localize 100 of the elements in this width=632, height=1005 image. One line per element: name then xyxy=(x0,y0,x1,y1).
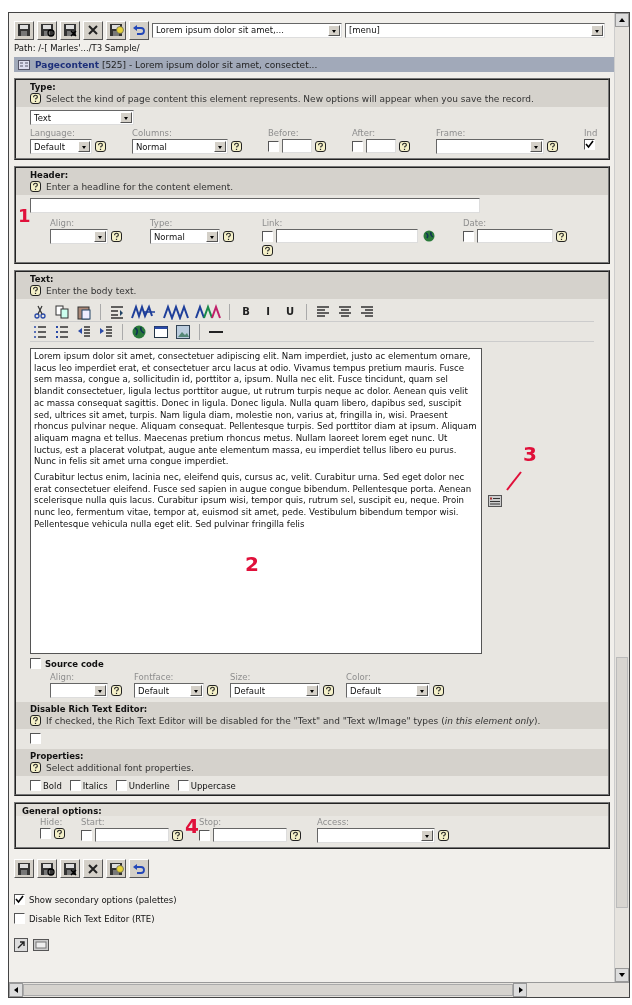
field-title: General options: xyxy=(22,806,103,816)
field-label: Color: xyxy=(346,672,372,683)
save-and-new-button[interactable] xyxy=(106,20,126,40)
checkbox[interactable] xyxy=(30,658,41,669)
checkbox[interactable] xyxy=(30,780,41,791)
format-button[interactable]: I xyxy=(258,302,278,321)
checkbox-label: Underline xyxy=(128,781,170,791)
help-text: Enter the body text. xyxy=(46,285,137,297)
checkbox[interactable] xyxy=(14,894,25,905)
window-icon xyxy=(153,323,169,340)
insert-image-button[interactable] xyxy=(173,322,193,341)
dropdown[interactable] xyxy=(50,683,108,698)
dropdown[interactable]: Lorem ipsum dolor sit amet,... xyxy=(152,22,342,38)
close-button[interactable] xyxy=(83,20,103,40)
checkbox-label: Source code xyxy=(45,658,104,669)
checkbox-label: Italics xyxy=(82,781,108,791)
font-color-button[interactable] xyxy=(193,302,223,321)
dropdown[interactable] xyxy=(436,139,544,154)
input-field[interactable] xyxy=(213,828,287,842)
save-and-close-button[interactable] xyxy=(60,20,80,40)
dropdown[interactable]: Default xyxy=(30,139,92,154)
format-button[interactable]: U xyxy=(280,302,300,321)
text-editor-area[interactable] xyxy=(30,348,482,654)
field-label: Align: xyxy=(50,218,76,229)
checkbox[interactable] xyxy=(463,230,474,242)
input-field[interactable] xyxy=(477,229,553,243)
indent-icon xyxy=(98,323,114,340)
input-field[interactable] xyxy=(366,139,396,153)
dropdown[interactable]: Default xyxy=(230,683,320,698)
checkbox[interactable] xyxy=(40,828,51,839)
image-icon xyxy=(175,323,191,340)
checkbox[interactable] xyxy=(30,733,41,744)
checkbox[interactable] xyxy=(262,230,273,242)
checkbox[interactable] xyxy=(268,140,279,152)
checkbox-label: Bold xyxy=(43,781,62,791)
help-icon xyxy=(30,285,41,296)
close-button[interactable] xyxy=(83,859,103,878)
font-style-button[interactable] xyxy=(161,302,191,321)
paragraph-icon xyxy=(109,303,125,320)
input-field[interactable] xyxy=(282,139,312,153)
checkbox[interactable] xyxy=(584,139,595,150)
dropdown[interactable] xyxy=(50,229,108,244)
scissors-icon xyxy=(32,303,48,320)
undo-button[interactable] xyxy=(129,20,149,40)
bullet-list-icon xyxy=(54,323,70,340)
save-and-view-button[interactable] xyxy=(37,20,57,40)
field-title: Header: xyxy=(30,170,70,180)
help-icon xyxy=(30,181,41,192)
vertical-scrollbar[interactable] xyxy=(614,13,629,982)
field-label: Language: xyxy=(30,128,76,139)
annotation-number: 3 xyxy=(523,443,537,465)
dropdown[interactable]: Text xyxy=(30,110,134,125)
clipboard-icon xyxy=(76,303,92,320)
field-label: Before: xyxy=(268,128,300,139)
input-field[interactable] xyxy=(276,229,418,243)
align-center-icon xyxy=(337,303,353,320)
save-and-new-button[interactable] xyxy=(106,859,126,878)
paragraph: Lorem ipsum dolor sit amet, consectetuer adipiscing elit. Nam imperdiet, justo ac elementum ornare, lacus leo imperdiet erat, et consectetuer arcu lacus at odio. Vivamus tempus pretium mauris. Fusce sem massa, congue a, sollicitudin id, porttitor a, ipsum. Nulla nec elit. Fusce tincidunt, quam sel blandit consectetuer, ligula lectus porttitor augue, ut rutrum turpis neque ac dolor. Aenean quis velit ac massa consequat sagittis. Donec in ligula. Donec ligula. Nulla quam libero, dapibus sed, suscipit sed, ultrices sit amet, turpis. Nam ligula diam, molestie non, varius at, fringilla in, wisi. Praesent rhoncus pulvinar neque. Aliquam consequat. Pellentesque turpis. Sed porttitor diam at ipsum. Aliquam aliquam magna et tellus. Maecenas pretium rhoncus metus. Nullam laoreet lorem eget nunc. Ut luctus, est a placerat volutpat, augue ante elementum massa, eu imperdiet tellus libero eu purus. Nunc in felis sit amet urna congue imperdiet. xyxy=(34,351,478,469)
dropdown[interactable]: Default xyxy=(346,683,430,698)
checkbox[interactable] xyxy=(199,829,210,841)
help-icon xyxy=(30,93,41,104)
field-label: Stop: xyxy=(199,817,223,827)
align-left-icon xyxy=(315,303,331,320)
window-button[interactable] xyxy=(33,938,49,952)
save-button[interactable] xyxy=(14,20,34,40)
field-label: Link: xyxy=(262,218,284,229)
save-button[interactable] xyxy=(14,859,34,878)
field-label: Date: xyxy=(463,218,488,229)
field-label: Frame: xyxy=(436,128,467,139)
undo-button[interactable] xyxy=(129,859,149,878)
checkbox[interactable] xyxy=(81,829,92,841)
align-right-icon xyxy=(359,303,375,320)
format-button[interactable]: B xyxy=(236,302,256,321)
annotation-number: 1 xyxy=(18,205,31,227)
checkbox[interactable] xyxy=(115,780,127,791)
checkbox[interactable] xyxy=(177,780,189,791)
copy-button[interactable] xyxy=(52,302,72,321)
horizontal-scrollbar[interactable] xyxy=(9,982,629,997)
checkbox[interactable] xyxy=(14,913,25,924)
dropdown[interactable]: Normal xyxy=(132,139,228,154)
checkbox[interactable] xyxy=(69,780,81,791)
dropdown[interactable]: [menu] xyxy=(345,22,605,38)
help-text: If checked, the Rich Text Editor will be disabled for the "Text" and "Text w/Image" types (in this element only). xyxy=(46,715,541,727)
field-label: Ind xyxy=(584,128,598,139)
input-field[interactable] xyxy=(30,198,480,213)
wave-icon xyxy=(195,303,221,320)
annotation-number: 2 xyxy=(245,553,259,575)
globe-icon xyxy=(131,323,147,340)
dropdown[interactable]: Normal xyxy=(150,229,220,244)
shortcut-button[interactable] xyxy=(14,938,30,952)
save-and-view-button[interactable] xyxy=(37,859,57,878)
checkbox[interactable] xyxy=(352,140,363,152)
checkbox-label: Uppercase xyxy=(190,781,236,791)
save-and-close-button[interactable] xyxy=(60,859,80,878)
dropdown[interactable]: Default xyxy=(134,683,204,698)
input-field[interactable] xyxy=(95,828,169,842)
dropdown[interactable] xyxy=(317,828,435,843)
wave-icon xyxy=(131,303,157,320)
paragraph: Curabitur lectus enim, lacinia nec, eleifend quis, cursus ac, velit. Curabitur urna. Sed eget dolor nec erat consectetuer eleifend. Fusce sed sapien in augue congue bibendum. Pellentesque porta. Aenean scelerisque nulla quis lacus. Curabitur ipsum wisi, tempor quis, rutrum sel, suscipit eu, neque. Proin nunc leo, fermentum vitae, tempor at, euismod sit amet, pede. Vestibulum bibendum tempor wisi. Pellentesque vehicula nulla eget elit. Sed pulvinar fringilla felis xyxy=(34,472,473,531)
horizontal-rule-icon xyxy=(209,330,223,333)
